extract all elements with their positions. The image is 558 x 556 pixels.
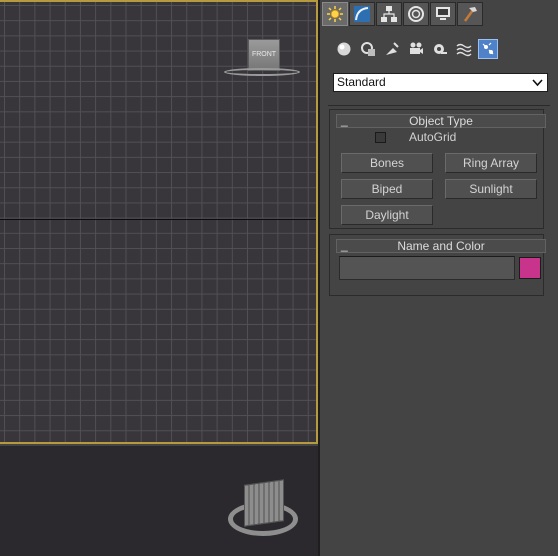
waves-icon [456,43,472,57]
bones-button[interactable]: Bones [341,153,433,173]
sphere-icon [337,42,351,56]
create-category-buttons [334,39,498,59]
tab-utilities[interactable] [457,2,483,26]
sun-icon [327,6,343,22]
tab-modify[interactable] [349,2,375,26]
command-panel-tabs [322,2,483,28]
viewcube-front-face[interactable]: FRONT [248,39,280,71]
subtab-lights[interactable] [382,39,402,59]
rollout-title: Object Type [409,114,473,128]
subtab-space-warps[interactable] [454,39,474,59]
object-name-field[interactable] [339,256,515,280]
category-dropdown-value: Standard [337,75,386,89]
hammer-icon [463,7,477,22]
object-type-rollout: _ Object Type AutoGrid Bones Ring Array … [329,109,546,229]
subtab-systems[interactable] [478,39,498,59]
world-axis-line [0,219,316,220]
viewcube-compass-ring[interactable] [224,68,300,76]
light-icon [386,42,399,55]
subtab-cameras[interactable] [406,39,426,59]
rollout-title: Name and Color [397,239,485,253]
viewcube-cube[interactable] [244,479,284,527]
rollout-collapse-icon[interactable]: _ [341,114,348,126]
daylight-button[interactable]: Daylight [341,205,433,225]
sunlight-button[interactable]: Sunlight [445,179,537,199]
ring-array-button[interactable]: Ring Array [445,153,537,173]
monitor-icon [436,7,450,20]
viewcube[interactable]: FRONT [224,39,304,83]
viewcube-perspective[interactable] [228,479,300,544]
perspective-viewport[interactable] [0,446,318,556]
object-type-rollout-header[interactable]: _ Object Type [336,114,546,128]
tab-create[interactable] [322,2,348,26]
name-and-color-rollout-header[interactable]: _ Name and Color [336,239,546,253]
chevron-down-icon[interactable] [530,74,545,91]
rollout-collapse-icon[interactable]: _ [341,239,348,251]
name-and-color-rollout: _ Name and Color [329,234,546,296]
subtab-geometry[interactable] [334,39,354,59]
motion-icon [408,6,424,22]
command-panel: Standard _ Object Type AutoGrid Bones Ri… [320,0,558,556]
subtab-shapes[interactable] [358,39,378,59]
tab-hierarchy[interactable] [376,2,402,26]
systems-icon [482,42,494,55]
panel-divider [328,105,550,106]
autogrid-label: AutoGrid [409,130,457,144]
hierarchy-icon [381,6,397,22]
object-color-swatch[interactable] [519,257,541,279]
shapes-icon [361,42,375,56]
tab-motion[interactable] [403,2,429,26]
category-dropdown[interactable]: Standard [333,73,548,92]
curve-icon [354,6,370,22]
biped-button[interactable]: Biped [341,179,433,199]
tab-display[interactable] [430,2,456,26]
subtab-helpers[interactable] [430,39,450,59]
autogrid-checkbox[interactable] [375,132,386,143]
camera-icon [410,42,423,54]
front-viewport[interactable]: FRONT [0,0,318,444]
tape-icon [434,44,447,54]
